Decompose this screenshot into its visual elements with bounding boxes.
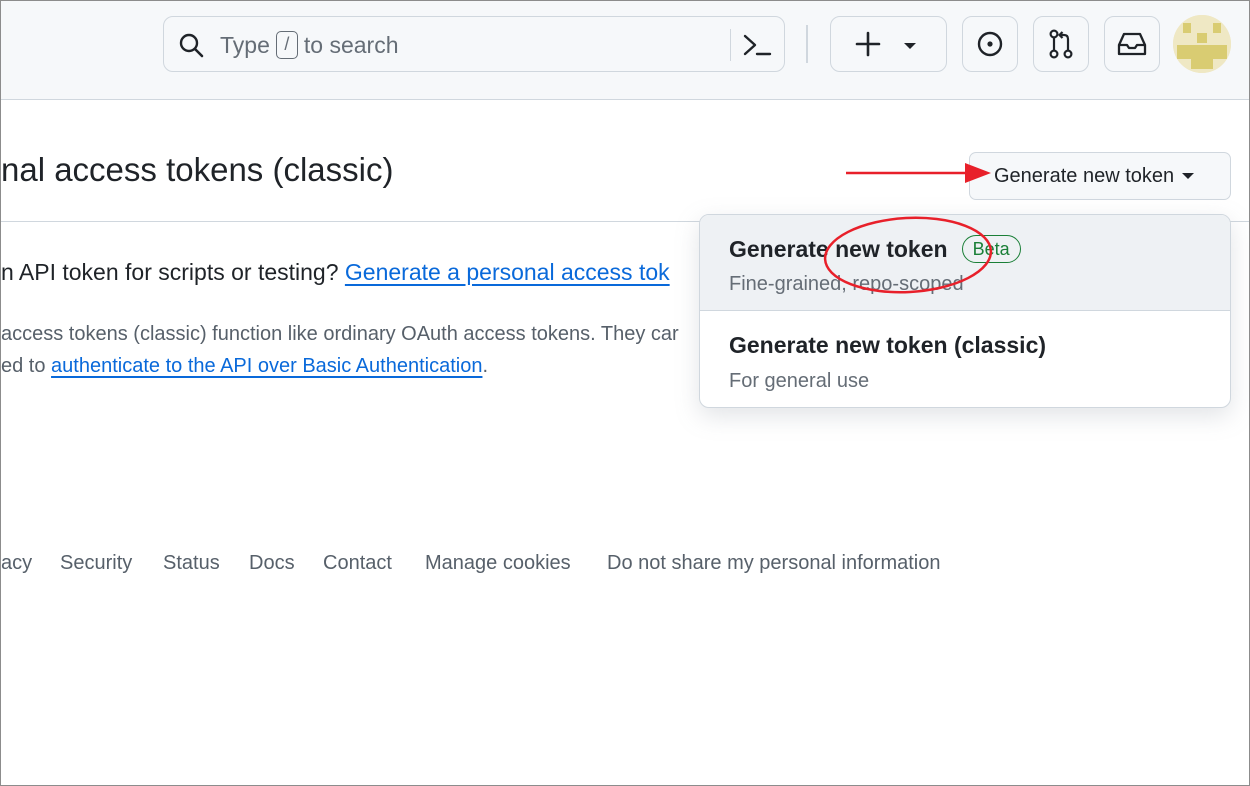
screenshot-frame: Type / to search nal access tokens (clas…: [0, 0, 1250, 786]
search-placeholder: Type / to search: [220, 31, 398, 59]
desc-prefix: ed to: [1, 355, 46, 377]
top-header: Type / to search: [1, 1, 1249, 100]
search-suffix: to search: [303, 31, 399, 58]
footer-link-contact[interactable]: Contact: [323, 552, 392, 575]
header-divider: [806, 25, 808, 63]
footer-link-status[interactable]: Status: [163, 552, 220, 575]
menu-item-classic[interactable]: Generate new token (classic) For general…: [700, 312, 1230, 407]
search-separator: [730, 29, 731, 61]
intro-label: n API token for scripts or testing?: [1, 259, 339, 285]
search-shortcut-key: /: [275, 31, 298, 59]
footer-link-privacy[interactable]: acy: [1, 552, 32, 575]
intro-text: n API token for scripts or testing? Gene…: [1, 259, 670, 286]
search-input[interactable]: Type / to search: [163, 16, 785, 72]
generate-button-label: Generate new token: [994, 164, 1175, 187]
caret-down-icon: [1182, 173, 1195, 179]
beta-badge: Beta: [961, 235, 1021, 263]
create-new-button[interactable]: [830, 16, 947, 72]
inbox-button[interactable]: [1104, 16, 1160, 72]
description-line-1: access tokens (classic) function like or…: [1, 323, 679, 345]
search-icon: [179, 33, 204, 58]
basic-auth-link[interactable]: authenticate to the API over Basic Authe…: [51, 355, 482, 377]
generate-personal-token-link[interactable]: Generate a personal access tok: [345, 259, 670, 285]
menu-item-subtitle: For general use: [729, 370, 870, 392]
menu-item-title: Generate new token (classic): [729, 332, 1047, 358]
menu-item-subtitle: Fine-grained, repo-scoped: [729, 273, 964, 295]
generate-new-token-button[interactable]: Generate new token: [969, 152, 1231, 200]
menu-item-title-text: Generate new token: [729, 235, 948, 262]
plus-icon: [855, 31, 916, 57]
issues-button[interactable]: [962, 16, 1018, 72]
command-palette-icon[interactable]: [742, 31, 772, 59]
avatar[interactable]: [1173, 15, 1231, 73]
menu-item-title: Generate new token Beta: [729, 235, 1021, 263]
page-title: nal access tokens (classic): [1, 151, 394, 188]
menu-item-fine-grained[interactable]: Generate new token Beta Fine-grained, re…: [700, 215, 1230, 311]
footer-link-manage-cookies[interactable]: Manage cookies: [425, 552, 571, 575]
issue-icon: [977, 31, 1003, 57]
inbox-icon: [1117, 32, 1147, 56]
footer-link-do-not-share[interactable]: Do not share my personal information: [607, 552, 941, 575]
identicon-icon: [1173, 15, 1231, 73]
desc-suffix: .: [482, 355, 489, 377]
description-line-2: ed to authenticate to the API over Basic…: [1, 355, 488, 378]
search-prefix: Type: [220, 31, 270, 58]
generate-token-dropdown: Generate new token Beta Fine-grained, re…: [699, 214, 1231, 408]
footer-link-security[interactable]: Security: [60, 552, 132, 575]
pull-request-icon: [1049, 29, 1073, 59]
footer-link-docs[interactable]: Docs: [249, 552, 295, 575]
pull-requests-button[interactable]: [1033, 16, 1089, 72]
